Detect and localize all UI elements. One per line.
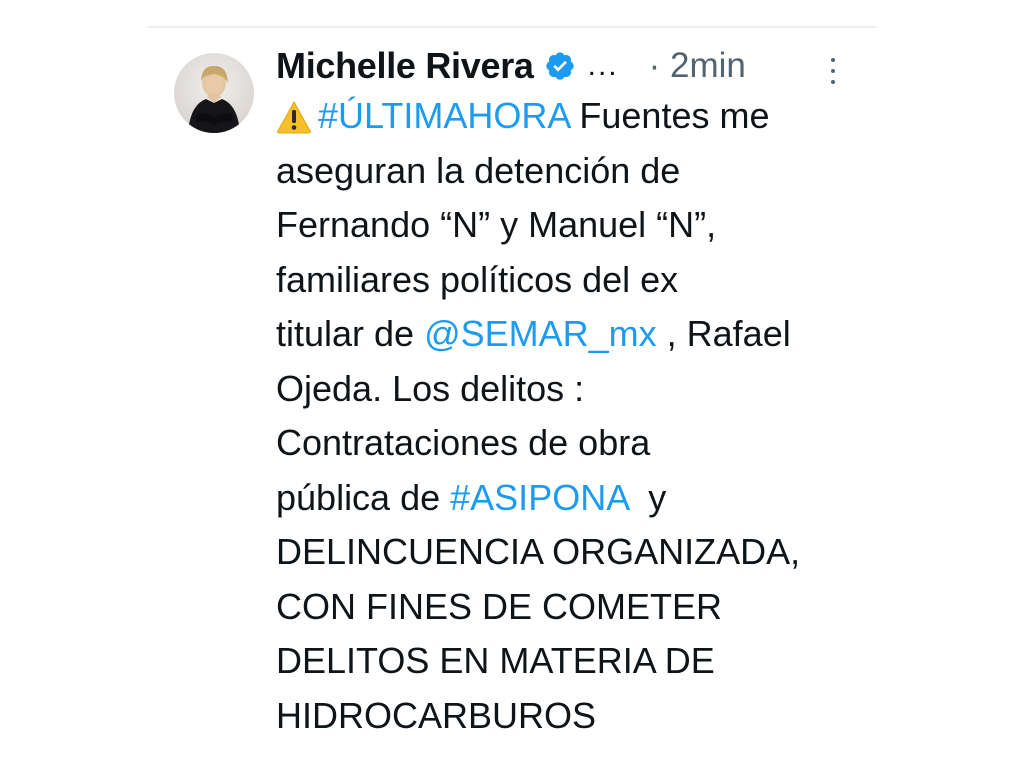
tweet-text-segment: titular de (276, 313, 425, 354)
verified-badge-icon (544, 50, 576, 82)
hashtag-link[interactable]: #ASIPONA (450, 477, 628, 518)
tweet-text: #ÚLTIMAHORA Fuentes me aseguran la deten… (276, 89, 866, 743)
tweet-text-segment: y (628, 476, 667, 518)
tweet-line: Fernando “N” y Manuel “N”, (276, 204, 717, 245)
tweet-line: Contrataciones de obra (276, 422, 651, 463)
avatar-photo (188, 65, 240, 133)
tweet-timestamp[interactable]: · 2min (649, 46, 746, 86)
tweet-line: aseguran la detención de (276, 149, 681, 191)
tweet-line: HIDROCARBUROS (276, 694, 597, 736)
tweet-text-segment: pública de (276, 476, 451, 518)
tweet-line: pública de #ASIPONA y (276, 471, 866, 526)
warning-emoji-icon (276, 95, 312, 134)
tweet-text-segment: , Rafael (656, 313, 791, 354)
more-options-icon[interactable] (826, 58, 840, 84)
tweet-line: #ÚLTIMAHORA Fuentes me (276, 89, 866, 144)
tweet-line: DELINCUENCIA ORGANIZADA, (276, 531, 801, 572)
tweet-line: familiares políticos del ex (276, 258, 679, 300)
author-name[interactable]: Michelle Rivera (276, 45, 534, 87)
mention-link[interactable]: @SEMAR_mx (424, 313, 657, 354)
name-truncation: ... (587, 49, 619, 82)
tweet-text-segment: Fuentes me (569, 95, 770, 136)
author-avatar[interactable] (174, 53, 254, 133)
top-divider (148, 26, 876, 28)
tweet-line: DELITOS EN MATERIA DE (276, 640, 715, 681)
hashtag-link[interactable]: #ÚLTIMAHORA (318, 95, 569, 136)
tweet-line: titular de @SEMAR_mx , Rafael (276, 307, 866, 362)
tweet-line: CON FINES DE COMETER (276, 585, 723, 627)
tweet-line: Ojeda. Los delitos : (276, 367, 585, 409)
tweet-header: Michelle Rivera ... · 2min (276, 40, 856, 92)
